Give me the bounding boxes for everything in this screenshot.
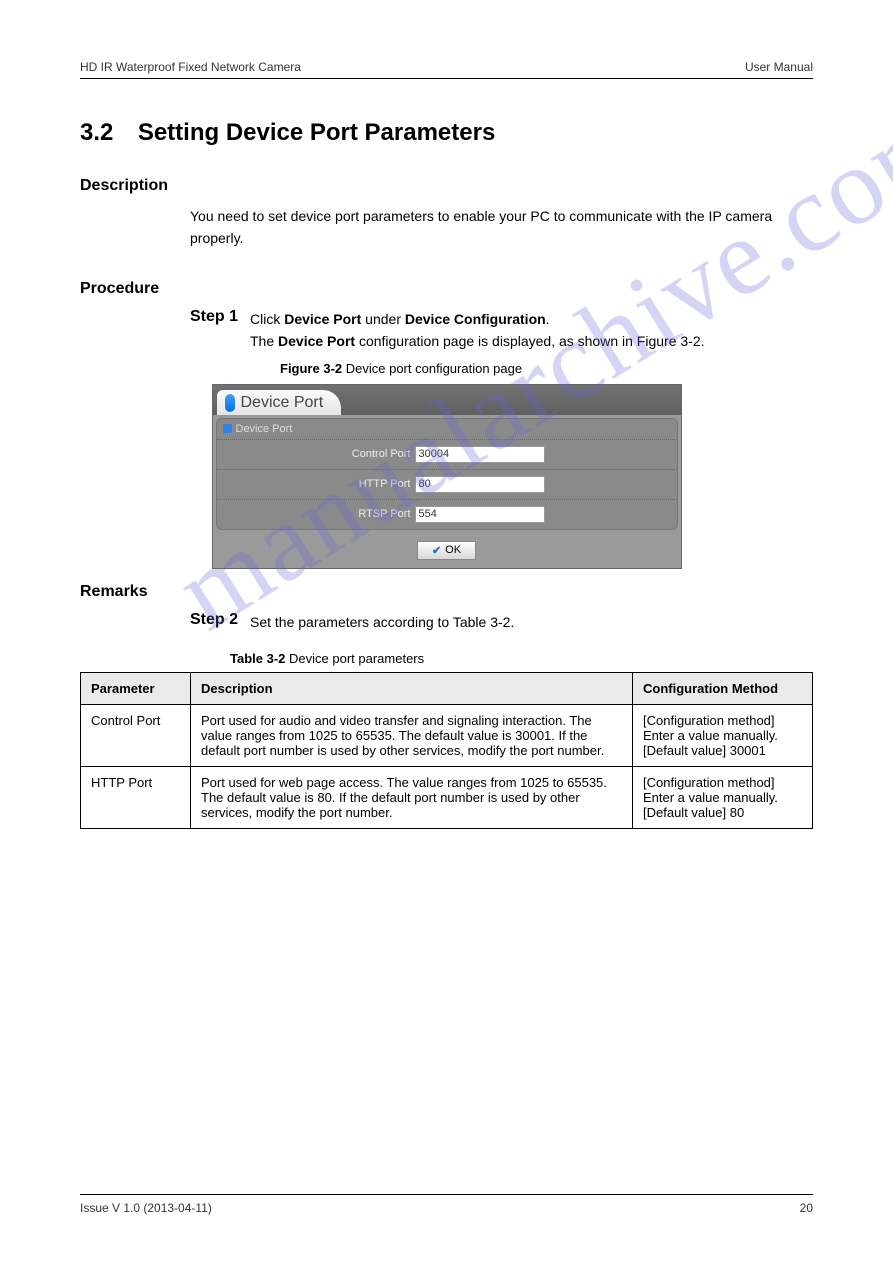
tab-icon [225,394,235,412]
table-header-row: Parameter Description Configuration Meth… [81,672,813,704]
table-caption: Table 3-2 Device port parameters [230,651,813,666]
footer-rule [80,1194,813,1195]
control-port-label: Control Port [225,448,415,460]
http-port-label: HTTP Port [225,478,415,490]
http-port-input[interactable] [415,476,545,493]
t: Click [250,311,284,327]
cell-method: [Configuration method] Enter a value man… [633,766,813,828]
section-number: 3.2 [80,119,113,146]
table-row: Control Port Port used for audio and vid… [81,704,813,766]
cell-param: Control Port [81,704,191,766]
expand-icon [223,424,232,433]
dialog-footer: ✔ OK [213,533,681,568]
row-http-port: HTTP Port [217,470,677,500]
dialog-tab-bar: Device Port [213,385,681,415]
step-2-label: Step 2 [190,611,250,633]
header-rule [80,78,813,79]
group-header[interactable]: Device Port [217,419,677,440]
dialog-group: Device Port Control Port HTTP Port RTSP … [216,418,678,530]
step-2-text: Set the parameters according to Table 3-… [250,611,813,633]
table-label-text: Device port parameters [289,651,424,666]
device-port-dialog: Device Port Device Port Control Port HTT… [212,384,682,569]
th-description: Description [191,672,633,704]
row-rtsp-port: RTSP Port [217,500,677,529]
t: under [361,311,405,327]
header-right: User Manual [745,60,813,74]
section-title: Setting Device Port Parameters [138,119,495,146]
params-table: Parameter Description Configuration Meth… [80,672,813,829]
t: The [250,333,278,349]
t: Device Port [278,333,355,349]
cell-desc: Port used for web page access. The value… [191,766,633,828]
step-2: Step 2 Set the parameters according to T… [190,611,813,633]
control-port-input[interactable] [415,446,545,463]
table-label-num: Table 3-2 [230,651,285,666]
figure-caption: Figure 3-2 Device port configuration pag… [280,361,813,376]
tab-label: Device Port [241,394,324,412]
rtsp-port-label: RTSP Port [225,508,415,520]
tab-device-port[interactable]: Device Port [217,390,342,415]
step-1-text: Click Device Port under Device Configura… [250,308,813,353]
figure-label-num: Figure 3-2 [280,361,342,376]
description-text: You need to set device port parameters t… [190,205,813,250]
group-title: Device Port [236,423,293,435]
description-heading: Description [80,177,813,195]
th-config-method: Configuration Method [633,672,813,704]
ok-label: OK [445,544,461,556]
step-1: Step 1 Click Device Port under Device Co… [190,308,813,353]
cell-method: [Configuration method] Enter a value man… [633,704,813,766]
rtsp-port-input[interactable] [415,506,545,523]
page-header: HD IR Waterproof Fixed Network Camera Us… [80,60,813,74]
footer-right: 20 [800,1201,813,1215]
t: configuration page is displayed, as show… [355,333,704,349]
table-row: HTTP Port Port used for web page access.… [81,766,813,828]
t: . [546,311,550,327]
cell-param: HTTP Port [81,766,191,828]
page-footer: Issue V 1.0 (2013-04-11) 20 [80,1194,813,1215]
section-heading: 3.2 Setting Device Port Parameters [80,119,813,147]
footer-left: Issue V 1.0 (2013-04-11) [80,1201,212,1215]
cell-desc: Port used for audio and video transfer a… [191,704,633,766]
check-icon: ✔ [432,544,441,557]
ok-button[interactable]: ✔ OK [417,541,476,560]
row-control-port: Control Port [217,440,677,470]
header-left: HD IR Waterproof Fixed Network Camera [80,60,301,74]
remarks-heading: Remarks [80,583,813,601]
th-parameter: Parameter [81,672,191,704]
procedure-heading: Procedure [80,280,813,298]
t: Device Port [284,311,361,327]
figure-label-text: Device port configuration page [346,361,522,376]
t: Device Configuration [405,311,546,327]
step-1-label: Step 1 [190,308,250,353]
